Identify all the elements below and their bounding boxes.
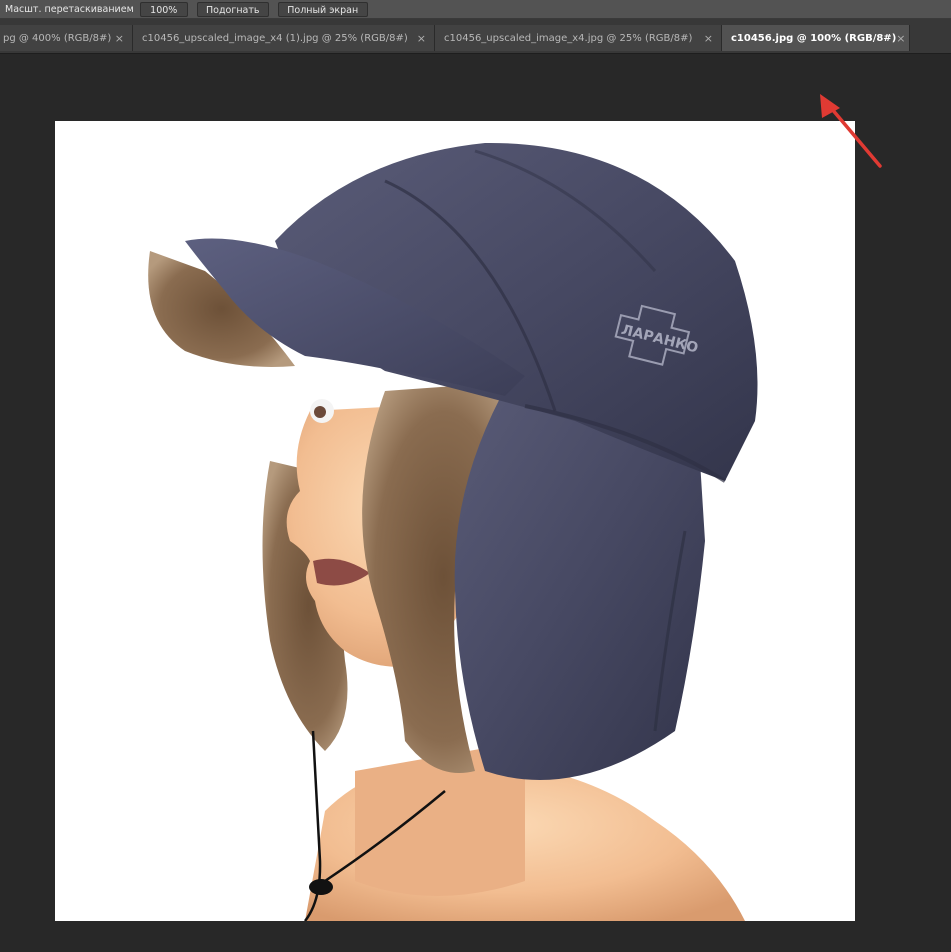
product-photo-hat-mannequin: ЛАРАНКО (148, 142, 758, 921)
close-icon[interactable]: × (115, 32, 124, 45)
fit-screen-button[interactable]: Подогнать (196, 1, 269, 17)
options-bar: Масшт. перетаскиванием 100% Подогнать По… (0, 0, 951, 19)
annotation-arrow (820, 94, 882, 168)
scrubby-zoom-label[interactable]: Масшт. перетаскиванием (0, 4, 140, 15)
document-tab-bar: pg @ 400% (RGB/8#) × c10456_upscaled_ima… (0, 19, 951, 54)
tab-label: c10456_upscaled_image_x4.jpg @ 25% (RGB/… (444, 32, 693, 44)
close-icon[interactable]: × (896, 32, 905, 45)
document-tab-active[interactable]: c10456.jpg @ 100% (RGB/8#) × (722, 25, 910, 51)
document-tab-1[interactable]: pg @ 400% (RGB/8#) × (0, 25, 133, 51)
tab-label: c10456.jpg @ 100% (RGB/8#) (731, 32, 897, 44)
close-icon[interactable]: × (417, 32, 426, 45)
document-tab-2[interactable]: c10456_upscaled_image_x4 (1).jpg @ 25% (… (133, 25, 435, 51)
document-tab-3[interactable]: c10456_upscaled_image_x4.jpg @ 25% (RGB/… (435, 25, 722, 51)
fill-screen-button[interactable]: Полный экран (277, 1, 368, 17)
tab-label: pg @ 400% (RGB/8#) (3, 32, 112, 44)
zoom-100-button[interactable]: 100% (139, 1, 188, 17)
tab-label: c10456_upscaled_image_x4 (1).jpg @ 25% (… (142, 32, 408, 44)
document-canvas[interactable]: ЛАРАНКО (55, 121, 855, 921)
canvas-area[interactable]: ЛАРАНКО (0, 54, 951, 952)
close-icon[interactable]: × (704, 32, 713, 45)
